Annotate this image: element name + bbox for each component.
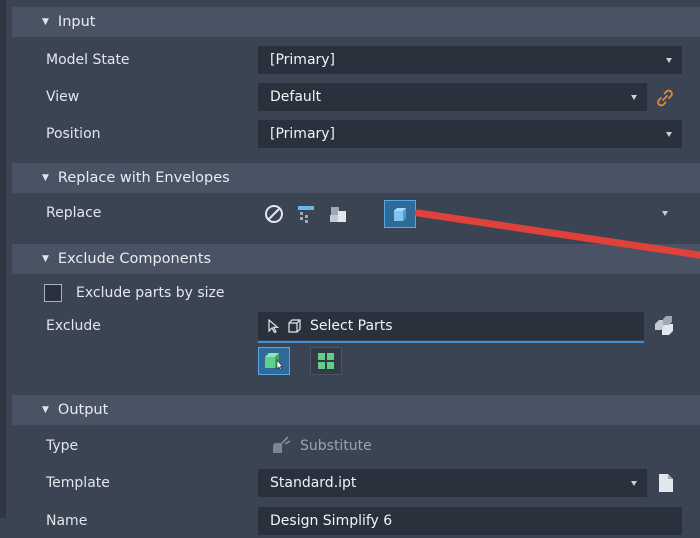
- annotation-arrow-icon: [414, 209, 700, 259]
- properties-panel: ▼ Input Model State [Primary] View Defau…: [0, 0, 700, 535]
